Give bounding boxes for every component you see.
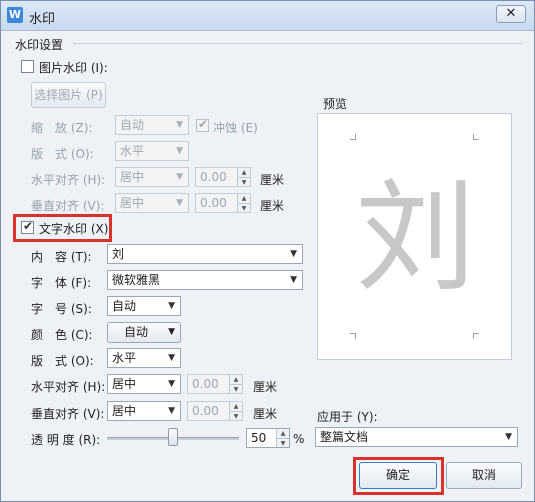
text-watermark-label: 文字水印 (X)	[39, 222, 109, 236]
color-picker-button[interactable]: 自动 ▼	[107, 322, 181, 343]
content-value: 刘	[112, 247, 125, 261]
color-value: 自动	[124, 325, 149, 339]
picture-valign-label: 垂直对齐 (V):	[31, 199, 105, 213]
picture-layout-label: 版 式 (O):	[31, 147, 94, 161]
text-halign-offset-spinner[interactable]: 0.00 ▲ ▼	[187, 374, 243, 394]
chevron-down-icon: ▼	[505, 432, 512, 442]
spin-down-icon[interactable]: ▼	[229, 411, 242, 420]
size-label: 字 号 (S):	[31, 302, 92, 316]
select-picture-button[interactable]: 选择图片 (P)	[31, 82, 106, 108]
washout-checkbox[interactable]	[196, 117, 209, 132]
text-layout-select[interactable]: 水平 ▼	[107, 348, 181, 368]
picture-valign-offset-value: 0.00	[200, 196, 227, 210]
chevron-down-icon: ▼	[168, 379, 175, 389]
chevron-down-icon: ▼	[168, 353, 175, 363]
color-label: 颜 色 (C):	[31, 328, 93, 342]
text-valign-value: 居中	[112, 404, 137, 418]
picture-halign-label: 水平对齐 (H):	[31, 173, 106, 187]
preview-label: 预览	[323, 97, 348, 111]
picture-halign-offset-value: 0.00	[200, 170, 227, 184]
font-label: 字 体 (F):	[31, 276, 92, 290]
spin-down-icon[interactable]: ▼	[276, 438, 289, 447]
text-valign-select[interactable]: 居中 ▼	[107, 401, 181, 421]
chevron-down-icon: ▼	[176, 120, 183, 130]
chevron-down-icon[interactable]: ▼	[290, 245, 297, 263]
chevron-down-icon: ▼	[176, 172, 183, 182]
chevron-down-icon: ▼	[168, 327, 175, 337]
picture-watermark-label: 图片水印 (I):	[39, 61, 108, 75]
size-select[interactable]: 自动 ▼	[107, 296, 181, 316]
preview-watermark-text: 刘	[355, 169, 476, 308]
picture-valign-select[interactable]: 居中 ▼	[115, 193, 189, 213]
dialog-title: 水印	[29, 12, 56, 27]
text-halign-label: 水平对齐 (H):	[31, 380, 106, 394]
spin-down-icon[interactable]: ▼	[237, 203, 250, 212]
text-valign-offset-value: 0.00	[192, 404, 219, 418]
chevron-down-icon: ▼	[168, 406, 175, 416]
picture-layout-select[interactable]: 水平 ▼	[115, 141, 189, 161]
spin-up-icon[interactable]: ▲	[276, 429, 289, 438]
text-valign-label: 垂直对齐 (V):	[31, 407, 105, 421]
text-halign-unit: 厘米	[253, 380, 278, 394]
picture-layout-value: 水平	[120, 144, 145, 158]
chevron-down-icon: ▼	[176, 146, 183, 156]
picture-valign-unit: 厘米	[260, 199, 285, 213]
spin-up-icon[interactable]: ▲	[229, 375, 242, 384]
text-halign-select[interactable]: 居中 ▼	[107, 374, 181, 394]
picture-valign-value: 居中	[120, 196, 145, 210]
washout-label: 冲蚀 (E)	[213, 121, 258, 135]
ok-button[interactable]: 确定	[359, 462, 437, 489]
group-title: 水印设置	[15, 38, 64, 52]
title-bar: W 水印 ✕	[1, 1, 534, 31]
apply-to-select[interactable]: 整篇文档 ▼	[315, 427, 518, 447]
preview-panel: 刘	[317, 113, 512, 360]
app-icon: W	[7, 7, 23, 23]
spin-up-icon[interactable]: ▲	[237, 194, 250, 203]
picture-halign-unit: 厘米	[260, 173, 285, 187]
spin-down-icon[interactable]: ▼	[229, 384, 242, 393]
margin-corner	[473, 333, 479, 339]
picture-halign-offset-spinner[interactable]: 0.00 ▲ ▼	[195, 167, 251, 187]
transparency-spinner[interactable]: 50 ▲ ▼	[246, 428, 290, 448]
font-select[interactable]: 微软雅黑 ▼	[107, 270, 303, 290]
close-button[interactable]: ✕	[496, 5, 526, 23]
watermark-dialog: W 水印 ✕ 水印设置 图片水印 (I): 选择图片 (P) 缩 放 (Z): …	[0, 0, 535, 502]
apply-to-value: 整篇文档	[320, 430, 369, 444]
spin-up-icon[interactable]: ▲	[229, 402, 242, 411]
text-valign-offset-spinner[interactable]: 0.00 ▲ ▼	[187, 401, 243, 421]
picture-halign-value: 居中	[120, 170, 145, 184]
scale-value: 自动	[120, 118, 145, 132]
text-halign-value: 居中	[112, 377, 137, 391]
chevron-down-icon: ▼	[176, 198, 183, 208]
picture-halign-select[interactable]: 居中 ▼	[115, 167, 189, 187]
text-halign-offset-value: 0.00	[192, 377, 219, 391]
scale-label: 缩 放 (Z):	[31, 121, 93, 135]
spin-up-icon[interactable]: ▲	[237, 168, 250, 177]
picture-watermark-checkbox[interactable]	[21, 60, 34, 73]
cancel-button[interactable]: 取消	[446, 462, 522, 489]
spin-down-icon[interactable]: ▼	[237, 177, 250, 186]
content-label: 内 容 (T):	[31, 250, 92, 264]
picture-valign-offset-spinner[interactable]: 0.00 ▲ ▼	[195, 193, 251, 213]
transparency-unit: %	[293, 432, 305, 446]
margin-corner	[473, 134, 479, 140]
group-divider	[73, 43, 523, 44]
text-layout-value: 水平	[112, 351, 137, 365]
transparency-value: 50	[251, 431, 267, 445]
scale-select[interactable]: 自动 ▼	[115, 115, 189, 135]
size-value: 自动	[112, 299, 137, 313]
chevron-down-icon: ▼	[290, 275, 297, 285]
apply-to-label: 应用于 (Y):	[317, 410, 378, 424]
margin-corner	[350, 333, 356, 339]
transparency-slider-thumb[interactable]	[168, 428, 178, 446]
transparency-label: 透 明 度 (R):	[31, 433, 101, 447]
text-valign-unit: 厘米	[253, 407, 278, 421]
content-input[interactable]: 刘 ▼	[107, 244, 303, 264]
margin-corner	[350, 134, 356, 140]
text-watermark-checkbox[interactable]	[21, 219, 34, 234]
font-value: 微软雅黑	[112, 273, 161, 287]
text-layout-label: 版 式 (O):	[31, 354, 94, 368]
chevron-down-icon: ▼	[168, 301, 175, 311]
